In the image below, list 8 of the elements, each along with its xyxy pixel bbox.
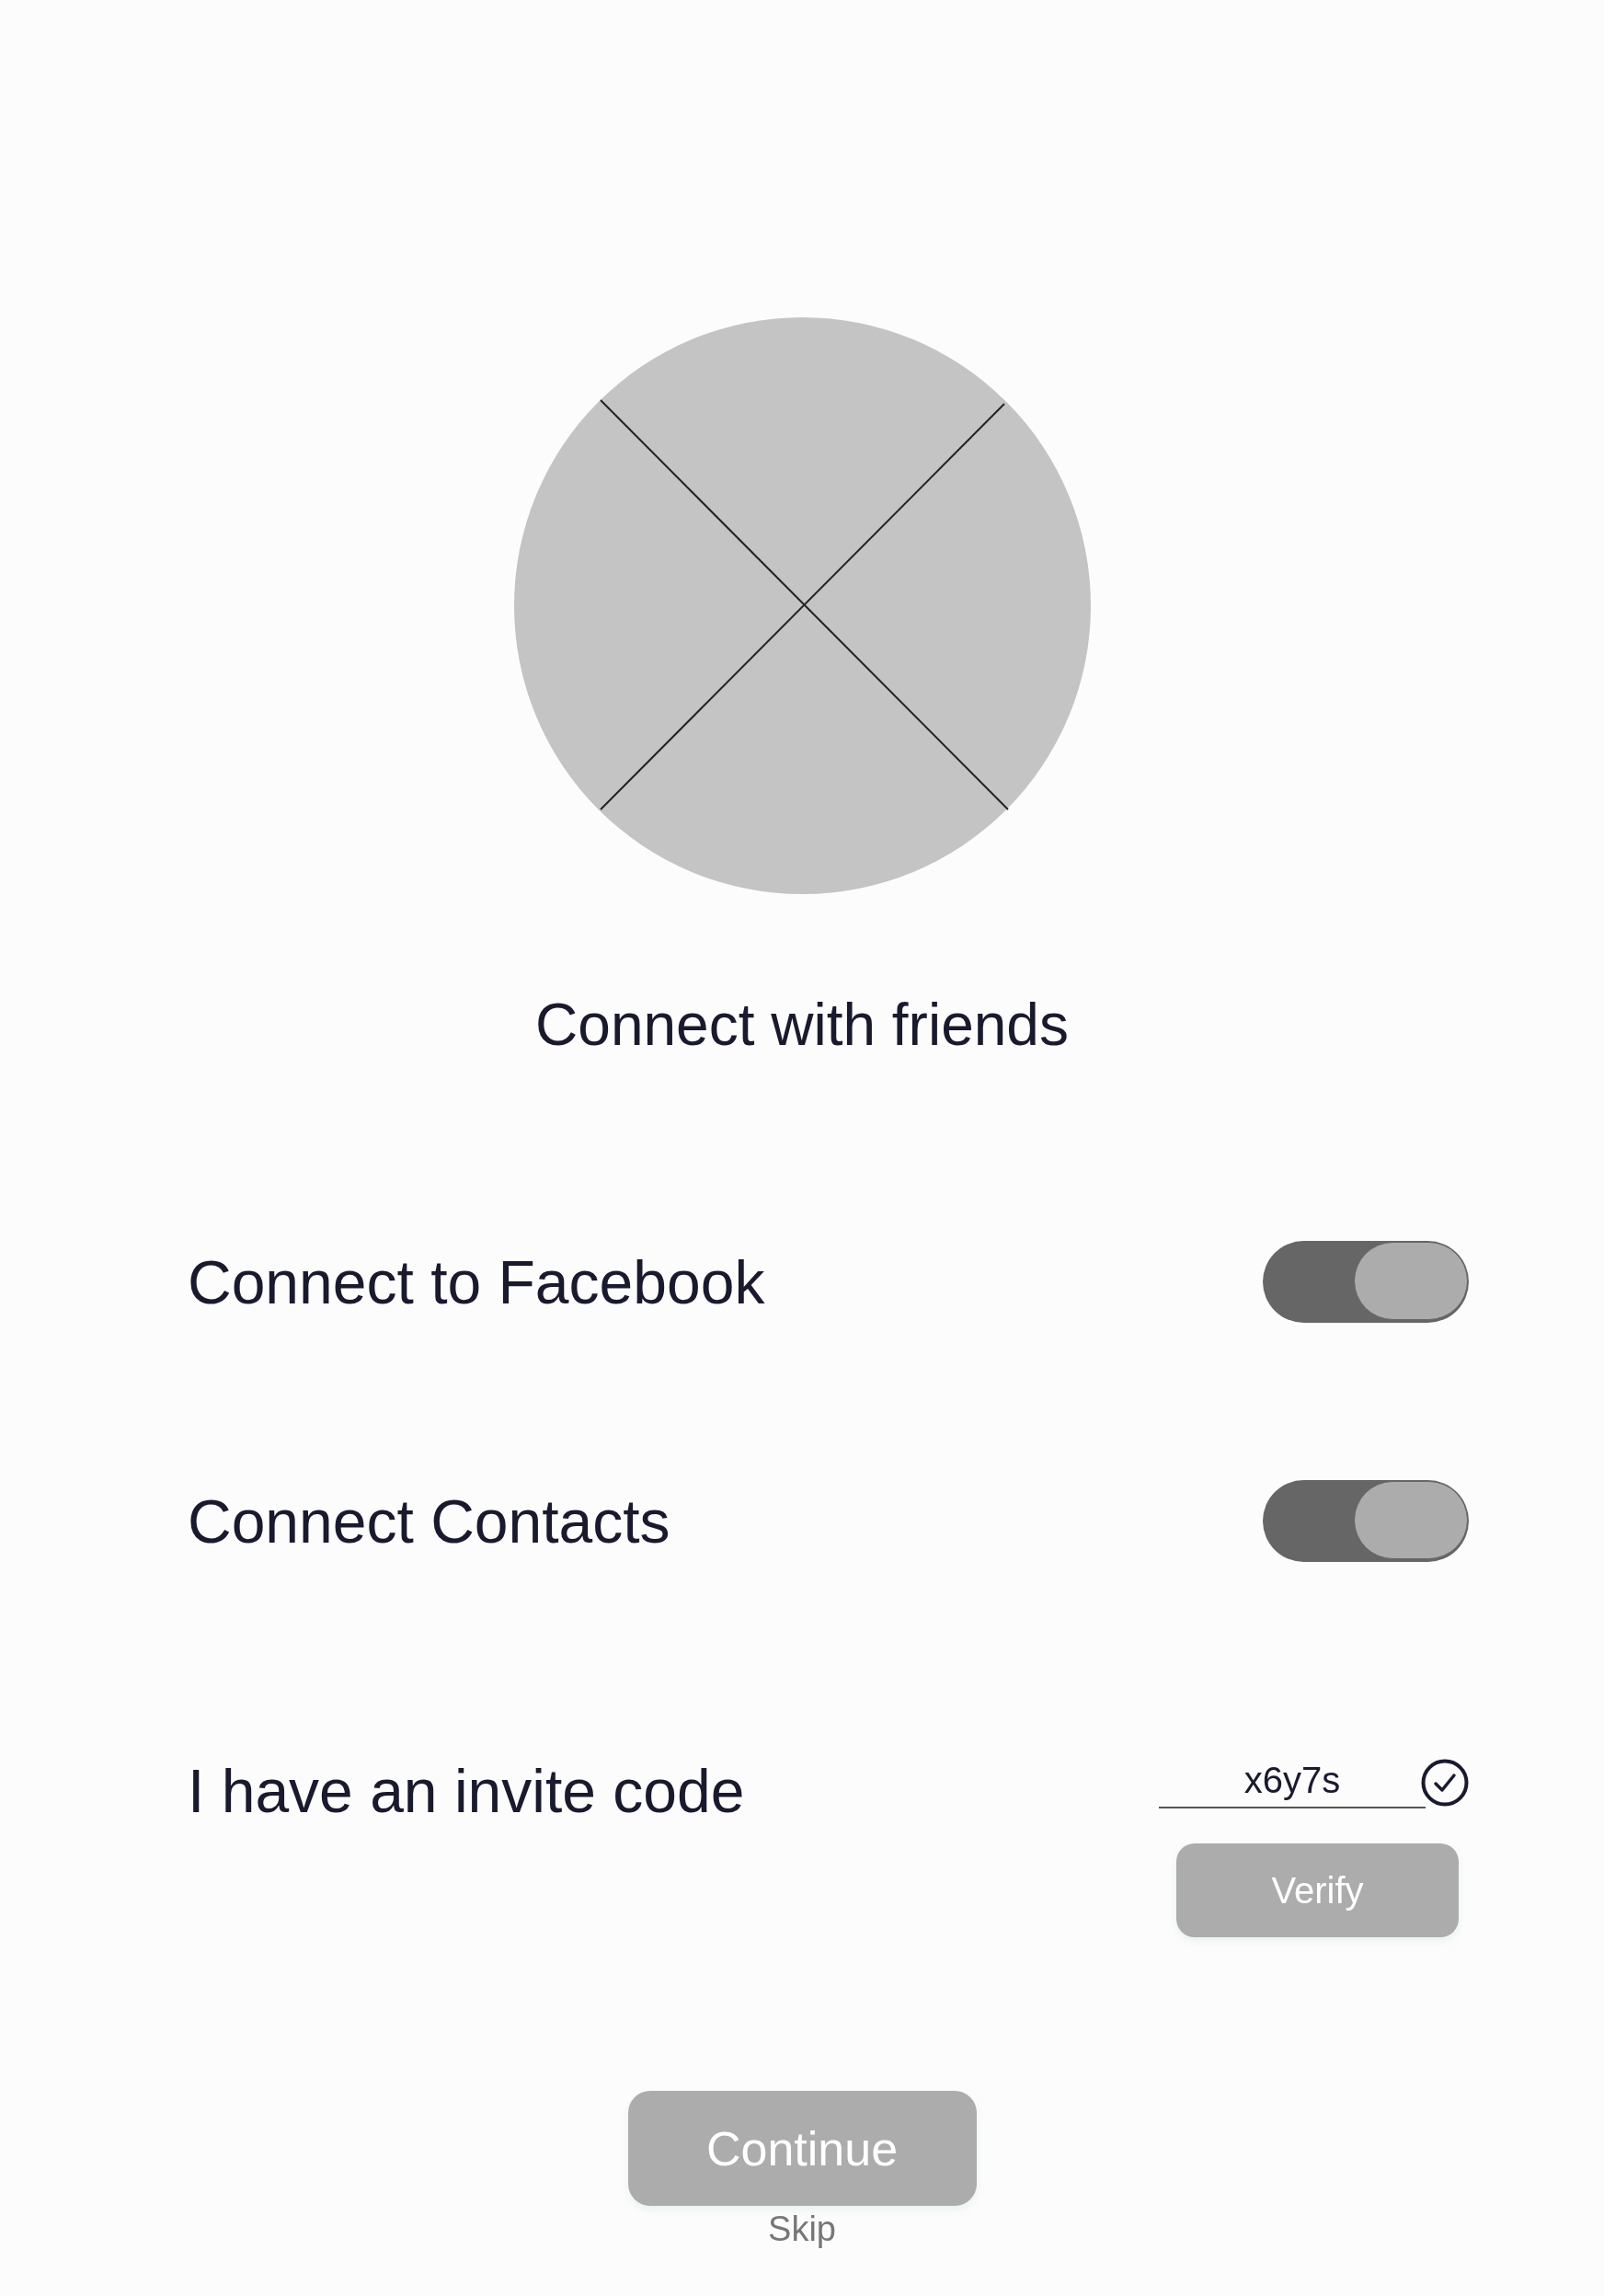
continue-button[interactable]: Continue (627, 2091, 977, 2206)
screen-title: Connect with friends (535, 991, 1069, 1060)
toggle-label: Connect to Facebook (188, 1246, 765, 1317)
verify-button[interactable]: Verify (1176, 1843, 1459, 1937)
invite-label: I have an invite code (188, 1756, 745, 1826)
invite-code-field[interactable]: x6y7s (1159, 1756, 1426, 1808)
toggle-label: Connect Contacts (188, 1486, 670, 1556)
skip-link[interactable]: Skip (768, 2210, 836, 2249)
